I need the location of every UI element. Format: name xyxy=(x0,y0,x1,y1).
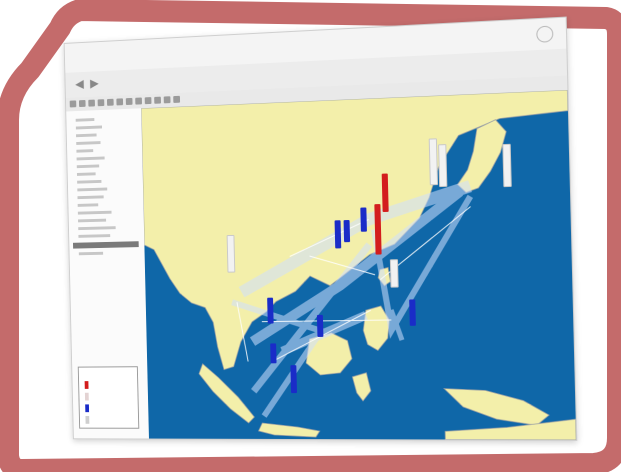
tree-item[interactable] xyxy=(78,226,115,230)
tool-icon[interactable] xyxy=(154,97,161,104)
tree-item[interactable] xyxy=(78,234,110,238)
map-svg xyxy=(141,90,576,440)
tree-item[interactable] xyxy=(78,211,112,215)
map-bar-red[interactable] xyxy=(382,173,389,212)
tree-item[interactable] xyxy=(77,195,103,199)
legend-item xyxy=(85,404,134,413)
blue-swatch xyxy=(85,404,89,412)
map-bar-white[interactable] xyxy=(227,235,236,273)
tree-item[interactable] xyxy=(78,203,99,207)
tool-icon[interactable] xyxy=(79,100,86,107)
map-bar-blue[interactable] xyxy=(344,220,351,242)
tool-icon[interactable] xyxy=(70,100,77,107)
layer-tree-sidebar xyxy=(66,108,150,438)
tool-icon[interactable] xyxy=(116,98,123,105)
tool-icon[interactable] xyxy=(164,96,171,103)
map-bar-blue[interactable] xyxy=(409,299,416,325)
legend-item xyxy=(85,416,134,425)
map-bar-blue[interactable] xyxy=(360,207,367,231)
tree-item[interactable] xyxy=(76,141,100,145)
tree-item[interactable] xyxy=(77,188,107,192)
tool-icon[interactable] xyxy=(98,99,105,106)
tool-icon[interactable] xyxy=(145,97,152,104)
reload-icon[interactable] xyxy=(536,25,553,42)
tool-icon[interactable] xyxy=(173,96,180,103)
back-arrow-icon[interactable]: ◀ xyxy=(73,77,86,91)
application-window: ◀ ▶ xyxy=(64,17,578,441)
new-guinea-landmass xyxy=(444,388,549,425)
legend-item xyxy=(85,381,134,390)
tree-item-selected[interactable] xyxy=(73,241,139,248)
red-swatch xyxy=(85,381,89,389)
sulawesi-landmass xyxy=(352,373,371,401)
tree-item[interactable] xyxy=(78,219,106,223)
map-bar-blue[interactable] xyxy=(290,365,297,393)
tree-item[interactable] xyxy=(76,118,95,122)
tool-icon[interactable] xyxy=(126,98,133,105)
map-bar-white[interactable] xyxy=(438,144,447,187)
tree-item[interactable] xyxy=(77,172,96,176)
map-bar-blue[interactable] xyxy=(270,343,276,363)
tree-item[interactable] xyxy=(77,180,101,184)
tree-item[interactable] xyxy=(79,252,103,255)
map-bar-blue[interactable] xyxy=(335,220,342,248)
sumatra-landmass xyxy=(199,363,255,423)
map-bar-blue[interactable] xyxy=(317,315,324,337)
tree-item[interactable] xyxy=(76,133,97,137)
map-bar-red[interactable] xyxy=(374,204,381,255)
tool-icon[interactable] xyxy=(88,100,95,107)
tool-icon[interactable] xyxy=(135,97,142,104)
map-bar-white[interactable] xyxy=(429,138,438,185)
legend-item xyxy=(85,393,134,402)
australia-landmass xyxy=(445,419,576,440)
tree-item[interactable] xyxy=(76,149,93,153)
light-swatch xyxy=(85,393,89,401)
map-bar-blue[interactable] xyxy=(267,298,274,324)
map-bar-white[interactable] xyxy=(502,144,511,187)
java-landmass xyxy=(258,423,319,437)
grey-swatch xyxy=(85,416,89,424)
map-bar-white[interactable] xyxy=(390,259,399,287)
map-legend xyxy=(78,366,140,429)
tree-item[interactable] xyxy=(77,156,105,160)
forward-arrow-icon[interactable]: ▶ xyxy=(88,76,101,90)
map-canvas[interactable] xyxy=(141,90,576,440)
tree-item[interactable] xyxy=(77,164,99,168)
tree-item[interactable] xyxy=(76,125,102,129)
tool-icon[interactable] xyxy=(107,99,114,106)
